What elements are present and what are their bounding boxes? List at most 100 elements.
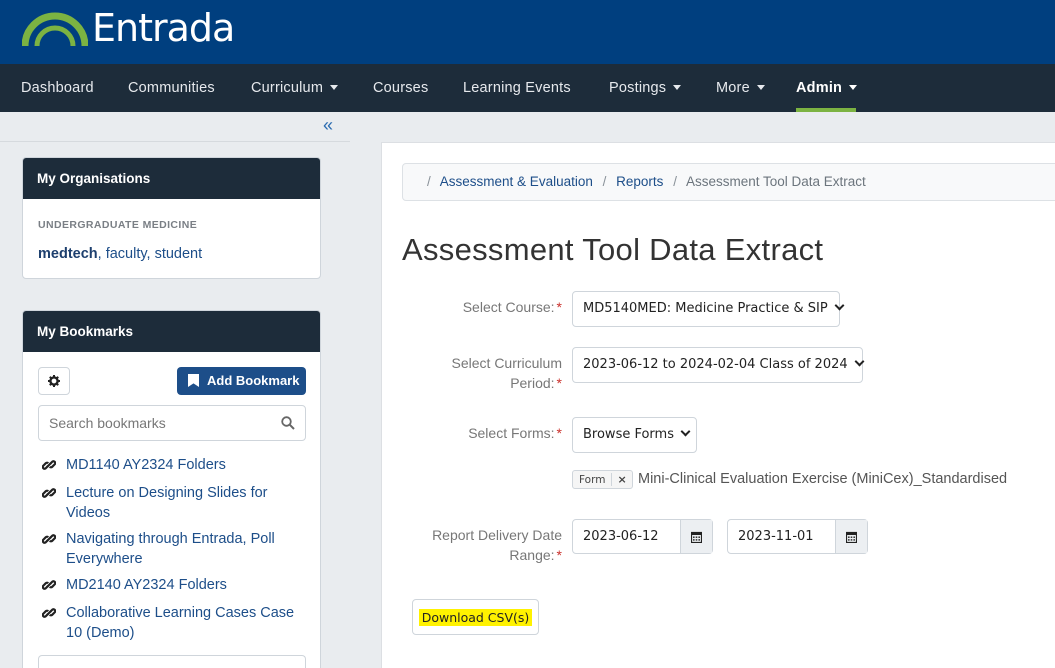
logo-arc-icon — [22, 12, 88, 47]
required-mark: * — [556, 547, 562, 563]
collapse-sidebar-icon[interactable]: « — [323, 114, 333, 136]
bookmark-item[interactable]: Lecture on Designing Slides for Videos — [42, 483, 302, 523]
org-role-text: , faculty, student — [97, 246, 203, 262]
required-mark: * — [556, 375, 562, 391]
main-content-card — [381, 142, 1055, 668]
add-bookmark-label: Add Bookmark — [207, 373, 300, 388]
start-date-group — [572, 519, 713, 554]
course-label: Select Course: * — [463, 297, 562, 317]
course-value: MD5140MED: Medicine Practice & SIP — [583, 301, 828, 316]
label-text: Range: — [509, 547, 555, 563]
caret-down-icon — [849, 84, 858, 90]
curriculum-label: Select Curriculum Period: * — [452, 353, 562, 393]
main-nav: Dashboard Communities Curriculum Courses… — [0, 64, 1055, 112]
bookmark-settings-button[interactable] — [38, 367, 70, 395]
end-date-group — [727, 519, 868, 554]
download-csv-button[interactable]: Download CSV(s) — [412, 599, 539, 635]
chevron-down-icon — [680, 426, 691, 437]
label-text: Period: — [510, 375, 555, 391]
breadcrumb: / Assessment & Evaluation / Reports / As… — [402, 163, 1055, 201]
nav-label: More — [716, 80, 750, 96]
logo-text: Entrada — [92, 6, 235, 50]
select-curriculum-period-dropdown[interactable]: 2023-06-12 to 2024-02-04 Class of 2024 — [572, 347, 865, 383]
calendar-icon — [691, 531, 702, 543]
required-mark: * — [556, 425, 562, 441]
bookmarks-more-control[interactable] — [38, 655, 306, 668]
link-icon — [42, 608, 56, 618]
nav-curriculum[interactable]: Curriculum — [251, 64, 339, 112]
breadcrumb-current: Assessment Tool Data Extract — [685, 174, 866, 189]
selected-form-name: Mini-Clinical Evaluation Exercise (MiniC… — [638, 471, 1008, 487]
browse-forms-button[interactable]: Browse Forms — [572, 417, 697, 453]
bookmark-item[interactable]: MD2140 AY2324 Folders — [42, 575, 302, 595]
start-date-calendar-button[interactable] — [680, 520, 712, 553]
add-bookmark-button[interactable]: Add Bookmark — [177, 367, 306, 395]
label-text: Report Delivery Date — [432, 527, 562, 543]
org-roles: medtech, faculty, student — [38, 246, 202, 262]
date-range-label: Report Delivery Date Range: * — [432, 525, 562, 565]
bookmark-item[interactable]: Navigating through Entrada, Poll Everywh… — [42, 529, 302, 569]
end-date-calendar-button[interactable] — [835, 520, 867, 553]
breadcrumb-assessment-evaluation[interactable]: Assessment & Evaluation — [440, 174, 593, 189]
remove-form-icon[interactable]: × — [611, 473, 631, 486]
nav-label: Postings — [609, 80, 667, 96]
forms-label: Select Forms: * — [468, 423, 562, 443]
browse-forms-label: Browse Forms — [583, 427, 674, 442]
nav-courses[interactable]: Courses — [373, 64, 428, 112]
gear-icon — [48, 375, 60, 387]
bookmark-label: Lecture on Designing Slides for Videos — [66, 485, 268, 521]
breadcrumb-reports[interactable]: Reports — [616, 174, 663, 189]
nav-label: Curriculum — [251, 80, 324, 96]
nav-admin[interactable]: Admin — [796, 64, 858, 112]
curriculum-value: 2023-06-12 to 2024-02-04 Class of 2024 — [583, 357, 848, 372]
start-date-input[interactable] — [573, 520, 680, 553]
entrada-logo[interactable]: Entrada — [22, 6, 235, 50]
link-icon — [42, 534, 56, 544]
bookmark-label: MD2140 AY2324 Folders — [66, 577, 227, 593]
org-label: UNDERGRADUATE MEDICINE — [38, 219, 198, 231]
bookmark-search-input[interactable] — [39, 406, 269, 440]
nav-label: Communities — [128, 80, 215, 96]
end-date-input[interactable] — [728, 520, 835, 553]
breadcrumb-separator: / — [673, 174, 677, 189]
breadcrumb-separator: / — [602, 174, 607, 189]
link-icon — [42, 460, 56, 470]
bookmark-item[interactable]: MD1140 AY2324 Folders — [42, 455, 302, 475]
form-tag: Form × — [572, 470, 633, 489]
bookmark-label: MD1140 AY2324 Folders — [66, 457, 226, 473]
caret-down-icon — [673, 84, 682, 90]
label-text: Select Curriculum — [451, 355, 562, 371]
sidebar-divider — [0, 141, 350, 142]
form-tag-label: Form — [579, 473, 606, 486]
select-course-dropdown[interactable]: MD5140MED: Medicine Practice & SIP — [572, 291, 845, 327]
label-text: Select Course: — [462, 299, 555, 315]
org-name-link[interactable]: medtech — [38, 246, 98, 262]
search-icon[interactable] — [281, 416, 295, 430]
page-title: Assessment Tool Data Extract — [402, 232, 824, 267]
my-bookmarks-panel: My Bookmarks Add Bookmark MD1140 AY2324 … — [22, 310, 321, 668]
label-text: Select Forms: — [468, 425, 555, 441]
bookmark-item[interactable]: Collaborative Learning Cases Case 10 (De… — [42, 603, 302, 643]
bookmark-label: Collaborative Learning Cases Case 10 (De… — [66, 605, 295, 641]
required-mark: * — [556, 299, 562, 315]
caret-down-icon — [756, 84, 765, 90]
panel-title: My Organisations — [23, 158, 320, 199]
nav-postings[interactable]: Postings — [609, 64, 682, 112]
calendar-icon — [846, 531, 857, 543]
nav-label: Admin — [796, 80, 843, 96]
nav-communities[interactable]: Communities — [128, 64, 215, 112]
link-icon — [42, 580, 56, 590]
caret-down-icon — [330, 84, 339, 90]
chevron-down-icon — [854, 356, 865, 367]
chevron-down-icon — [834, 300, 845, 311]
bookmark-label: Navigating through Entrada, Poll Everywh… — [66, 531, 275, 567]
nav-dashboard[interactable]: Dashboard — [21, 64, 94, 112]
panel-title: My Bookmarks — [23, 311, 320, 352]
nav-label: Learning Events — [463, 80, 571, 96]
nav-more[interactable]: More — [716, 64, 765, 112]
brand-bar: Entrada — [0, 0, 1055, 64]
download-csv-label: Download CSV(s) — [418, 608, 533, 626]
bookmark-search — [38, 405, 306, 441]
nav-learning-events[interactable]: Learning Events — [463, 64, 571, 112]
link-icon — [42, 488, 56, 498]
